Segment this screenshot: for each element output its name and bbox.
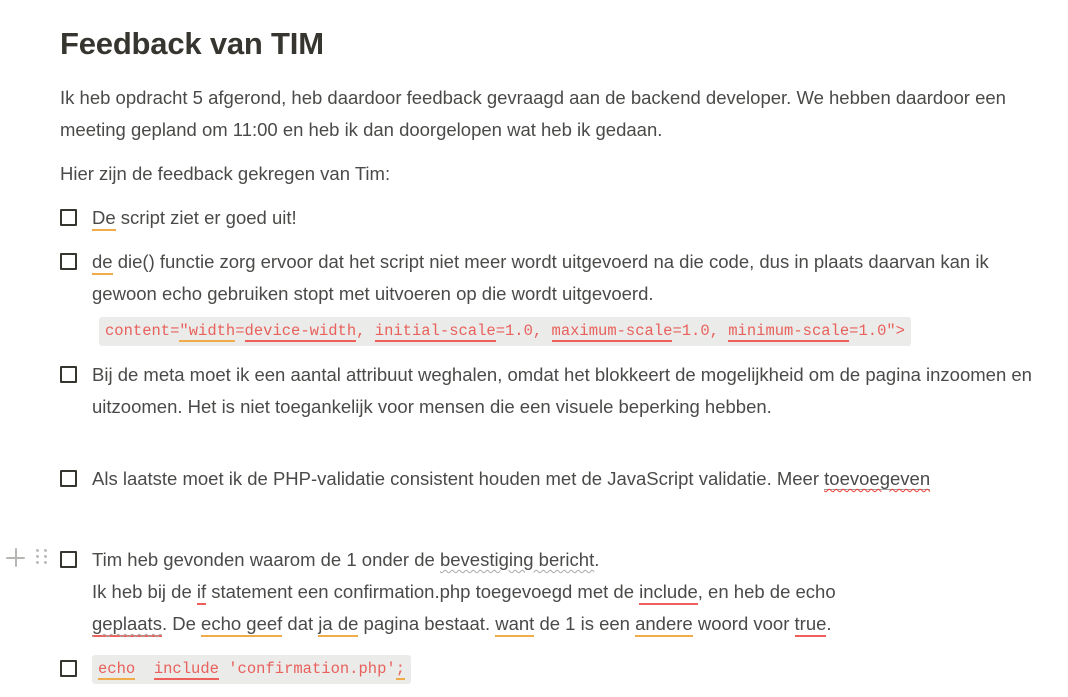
- grammar-flag-andere[interactable]: andere: [635, 613, 693, 637]
- add-block-icon[interactable]: [6, 548, 25, 567]
- code-token-path: 'confirmation.php': [218, 660, 396, 678]
- lead-in-paragraph[interactable]: Hier zijn de feedback gekregen van Tim:: [60, 158, 1040, 190]
- grammar-flag-echo-geef[interactable]: echo geef: [201, 613, 283, 637]
- checklist-item-2[interactable]: de die() functie zorg ervoor dat het scr…: [60, 246, 1050, 310]
- grammar-flag-ja-de[interactable]: ja de: [318, 613, 359, 637]
- item5-line3-s9: .: [826, 613, 832, 634]
- checkbox-item-4[interactable]: [60, 470, 77, 487]
- code-flag-device-width[interactable]: device-width: [244, 322, 357, 342]
- checklist-item-3-label[interactable]: Bij de meta moet ik een aantal attribuut…: [92, 359, 1042, 423]
- intro-paragraph[interactable]: Ik heb opdracht 5 afgerond, heb daardoor…: [60, 82, 1035, 146]
- checklist-item-1-rest: script ziet er goed uit!: [115, 207, 297, 228]
- drag-handle-icon[interactable]: [36, 549, 47, 566]
- grammar-flag-word[interactable]: de: [92, 251, 113, 275]
- checklist-item-5[interactable]: Tim heb gevonden waarom de 1 onder de be…: [60, 544, 1040, 640]
- code-flag-initial-scale[interactable]: initial-scale: [374, 322, 496, 342]
- block-gutter-controls[interactable]: [6, 548, 47, 567]
- code-token-val2: =1.0,: [672, 322, 729, 340]
- item5-line3-s7: de 1 is een: [534, 613, 636, 634]
- code-token-gap: [135, 660, 154, 678]
- code-token-val1: =1.0,: [495, 322, 552, 340]
- checklist-item-4[interactable]: Als laatste moet ik de PHP-validatie con…: [60, 463, 960, 495]
- checkbox-item-6[interactable]: [60, 660, 77, 677]
- grammar-flag-if[interactable]: if: [196, 581, 207, 605]
- item5-line2-s2: statement een confirmation.php toegevoeg…: [206, 581, 640, 602]
- checklist-item-2-rest: die() functie zorg ervoor dat het script…: [92, 251, 989, 304]
- checklist-item-5-label[interactable]: Tim heb gevonden waarom de 1 onder de be…: [92, 544, 1040, 640]
- item5-line3-s5: dat: [282, 613, 319, 634]
- code-flag-maximum-scale[interactable]: maximum-scale: [551, 322, 673, 342]
- checkbox-item-2[interactable]: [60, 253, 77, 270]
- checklist-item-1-label[interactable]: De script ziet er goed uit!: [92, 202, 1045, 234]
- item5-line1-after: .: [594, 549, 600, 570]
- checklist-item-3[interactable]: Bij de meta moet ik een aantal attribuut…: [60, 359, 1042, 423]
- spell-flag-bevestiging-bericht[interactable]: bevestiging bericht: [440, 549, 594, 571]
- checkbox-item-5[interactable]: [60, 551, 77, 568]
- code-token-content: content=: [105, 322, 180, 340]
- checklist-item-2-label[interactable]: de die() functie zorg ervoor dat het scr…: [92, 246, 1050, 310]
- code-token-eq1: =: [235, 322, 245, 340]
- checkbox-item-3[interactable]: [60, 366, 77, 383]
- item5-line1-before: Tim heb gevonden waarom de 1 onder de: [92, 549, 440, 570]
- code-flag-echo[interactable]: echo: [98, 660, 136, 680]
- checklist-item-4-label[interactable]: Als laatste moet ik de PHP-validatie con…: [92, 463, 960, 495]
- document-page: Feedback van TIM Ik heb opdracht 5 afger…: [0, 0, 1068, 697]
- grammar-flag-true[interactable]: true: [794, 613, 827, 637]
- code-token-sep1: ,: [356, 322, 375, 340]
- code-flag-include[interactable]: include: [153, 660, 219, 680]
- item5-line2-s1: Ik heb bij de: [92, 581, 197, 602]
- spell-flag-geplaats[interactable]: geplaats: [92, 613, 162, 637]
- checklist-item-1[interactable]: De script ziet er goed uit!: [60, 202, 1045, 234]
- grammar-flag-include[interactable]: include: [639, 581, 698, 605]
- checkbox-item-1[interactable]: [60, 209, 77, 226]
- item5-line2-s3: , en heb de echo: [697, 581, 836, 602]
- item5-line3-s8: woord voor: [692, 613, 795, 634]
- page-title[interactable]: Feedback van TIM: [60, 24, 324, 64]
- spell-flag-toevoegeven[interactable]: toevoegeven: [824, 468, 931, 490]
- code-flag-semicolon[interactable]: ;: [395, 660, 405, 680]
- code-flag-minimum-scale[interactable]: minimum-scale: [728, 322, 850, 342]
- grammar-flag-word[interactable]: De: [92, 207, 116, 231]
- code-block-meta-viewport[interactable]: content="width=device-width, initial-sca…: [99, 317, 911, 346]
- code-block-echo-include[interactable]: echo include 'confirmation.php';: [92, 655, 411, 684]
- item5-line3-s4: . De: [161, 613, 202, 634]
- grammar-flag-want[interactable]: want: [495, 613, 535, 637]
- code-token-val3: =1.0">: [849, 322, 905, 340]
- item5-line3-s6: pagina bestaat.: [358, 613, 496, 634]
- checklist-item-4-line1: Als laatste moet ik de PHP-validatie con…: [92, 468, 825, 489]
- checklist-item-6[interactable]: echo include 'confirmation.php';: [60, 653, 1045, 684]
- code-flag-width-quote[interactable]: "width: [179, 322, 236, 342]
